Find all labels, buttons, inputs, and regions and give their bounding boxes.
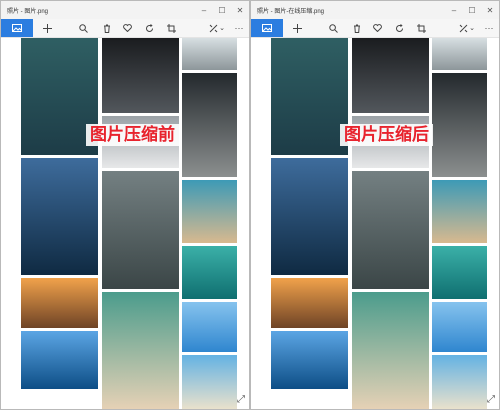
beach-shore-photo[interactable] — [432, 180, 487, 243]
white-waves-photo[interactable] — [432, 38, 487, 70]
crop-icon[interactable] — [163, 19, 179, 37]
more-icon[interactable]: ··· — [231, 19, 247, 37]
dark-waves-photo[interactable] — [102, 38, 179, 113]
close-button[interactable]: ✕ — [481, 1, 499, 19]
rocky-shore-photo[interactable] — [182, 73, 237, 177]
aerial-beach-photo[interactable] — [352, 292, 429, 409]
sunset-horizon-photo[interactable] — [21, 278, 98, 328]
sky-sea-photo[interactable] — [182, 302, 237, 352]
title-bar: 照片 - 图片.png – ☐ ✕ — [1, 1, 249, 19]
rocky-shore-photo[interactable] — [432, 73, 487, 177]
toolbar: ⌄ ··· — [251, 19, 499, 38]
dark-waves-photo[interactable] — [352, 38, 429, 113]
caption-label: 图片压缩后 — [340, 124, 433, 146]
ocean-wave-photo[interactable] — [271, 38, 348, 155]
dropdown-icon[interactable]: ⌄ — [467, 19, 477, 37]
add-icon[interactable] — [289, 19, 305, 37]
dropdown-icon[interactable]: ⌄ — [217, 19, 227, 37]
turquoise-water-photo[interactable] — [432, 246, 487, 299]
ocean-sunset-sailboat-photo[interactable] — [271, 158, 348, 275]
favorite-icon[interactable] — [369, 19, 385, 37]
more-icon[interactable]: ··· — [481, 19, 497, 37]
maximize-button[interactable]: ☐ — [213, 1, 231, 19]
sky-sea-photo[interactable] — [432, 302, 487, 352]
photo-gallery — [1, 38, 249, 409]
rotate-icon[interactable] — [141, 19, 157, 37]
zoom-icon[interactable] — [75, 19, 91, 37]
sunset-horizon-photo[interactable] — [271, 278, 348, 328]
photos-window-before: 照片 - 图片.png – ☐ ✕ ⌄ ··· 图片压缩前 ⤢ — [0, 0, 250, 410]
close-button[interactable]: ✕ — [231, 1, 249, 19]
gallery-icon[interactable] — [1, 19, 33, 37]
palm-beach-photo[interactable] — [182, 355, 237, 409]
ocean-sunset-sailboat-photo[interactable] — [21, 158, 98, 275]
turquoise-water-photo[interactable] — [182, 246, 237, 299]
beach-shore-photo[interactable] — [182, 180, 237, 243]
sailboat-blue-sea-photo[interactable] — [271, 331, 348, 389]
grey-ocean-photo[interactable] — [352, 171, 429, 289]
caption-label: 图片压缩前 — [86, 124, 179, 146]
crop-icon[interactable] — [413, 19, 429, 37]
add-icon[interactable] — [39, 19, 55, 37]
sailboat-blue-sea-photo[interactable] — [21, 331, 98, 389]
palm-beach-photo[interactable] — [432, 355, 487, 409]
expand-icon[interactable]: ⤢ — [487, 394, 495, 405]
favorite-icon[interactable] — [119, 19, 135, 37]
delete-icon[interactable] — [99, 19, 115, 37]
window-title: 照片 - 图片-在线压缩.png — [257, 9, 325, 15]
minimize-button[interactable]: – — [445, 1, 463, 19]
rotate-icon[interactable] — [391, 19, 407, 37]
minimize-button[interactable]: – — [195, 1, 213, 19]
delete-icon[interactable] — [349, 19, 365, 37]
title-bar: 照片 - 图片-在线压缩.png – ☐ ✕ — [251, 1, 499, 19]
white-waves-photo[interactable] — [182, 38, 237, 70]
expand-icon[interactable]: ⤢ — [237, 394, 245, 405]
zoom-icon[interactable] — [325, 19, 341, 37]
photos-window-after: 照片 - 图片-在线压缩.png – ☐ ✕ ⌄ ··· 图片压缩后 ⤢ — [250, 0, 500, 410]
maximize-button[interactable]: ☐ — [463, 1, 481, 19]
aerial-beach-photo[interactable] — [102, 292, 179, 409]
toolbar: ⌄ ··· — [1, 19, 249, 38]
gallery-icon[interactable] — [251, 19, 283, 37]
window-title: 照片 - 图片.png — [7, 9, 49, 15]
grey-ocean-photo[interactable] — [102, 171, 179, 289]
photo-gallery — [251, 38, 499, 409]
